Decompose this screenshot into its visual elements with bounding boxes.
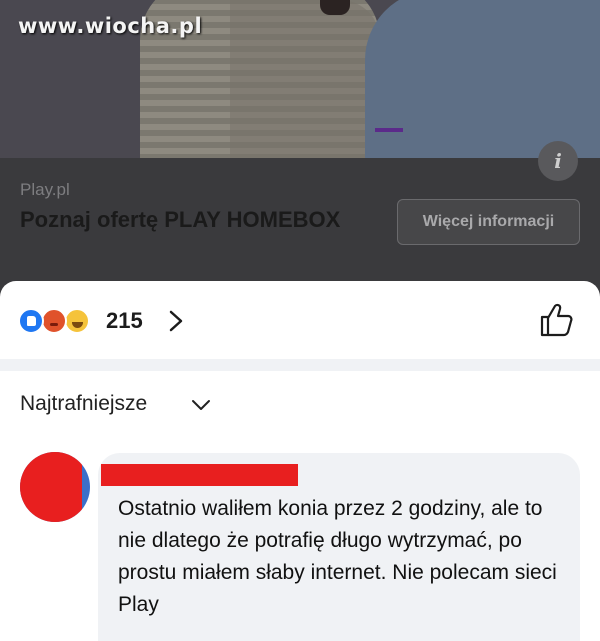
avatar[interactable] <box>20 452 90 522</box>
comments-sheet: 215 Najtrafniejsze Ostatnio waliłem koni… <box>0 281 600 641</box>
ad-section[interactable]: www.wiocha.pl i Play.pl Poznaj ofertę PL… <box>0 0 600 300</box>
reactions-bar[interactable]: 215 <box>0 281 600 359</box>
sort-dropdown[interactable]: Najtrafniejsze <box>20 392 147 416</box>
ad-title[interactable]: Poznaj ofertę PLAY HOMEBOX <box>20 204 360 235</box>
haha-reaction-icon <box>64 308 90 334</box>
info-icon[interactable]: i <box>538 141 578 181</box>
comment-text: Ostatnio waliłem konia przez 2 godziny, … <box>118 497 557 616</box>
more-info-button[interactable]: Więcej informacji <box>397 199 580 245</box>
commenter-name-redaction <box>101 464 298 486</box>
avatar-redaction <box>20 452 82 522</box>
ad-source: Play.pl <box>20 180 70 199</box>
ad-image-accent <box>375 128 403 132</box>
chevron-right-icon[interactable] <box>167 310 185 332</box>
comment-bubble[interactable]: Ostatnio waliłem konia przez 2 godziny, … <box>98 453 580 641</box>
ad-image-person-right <box>365 0 600 158</box>
like-button-icon[interactable] <box>538 302 574 338</box>
section-divider <box>0 359 600 371</box>
like-reaction-icon <box>18 308 44 334</box>
chevron-down-icon[interactable] <box>191 398 211 412</box>
ad-image-hair <box>320 0 350 15</box>
angry-reaction-icon <box>41 308 67 334</box>
online-status-dot <box>82 508 90 516</box>
reaction-count[interactable]: 215 <box>106 308 143 334</box>
watermark: www.wiocha.pl <box>18 14 203 38</box>
ad-image-arm <box>230 0 380 158</box>
